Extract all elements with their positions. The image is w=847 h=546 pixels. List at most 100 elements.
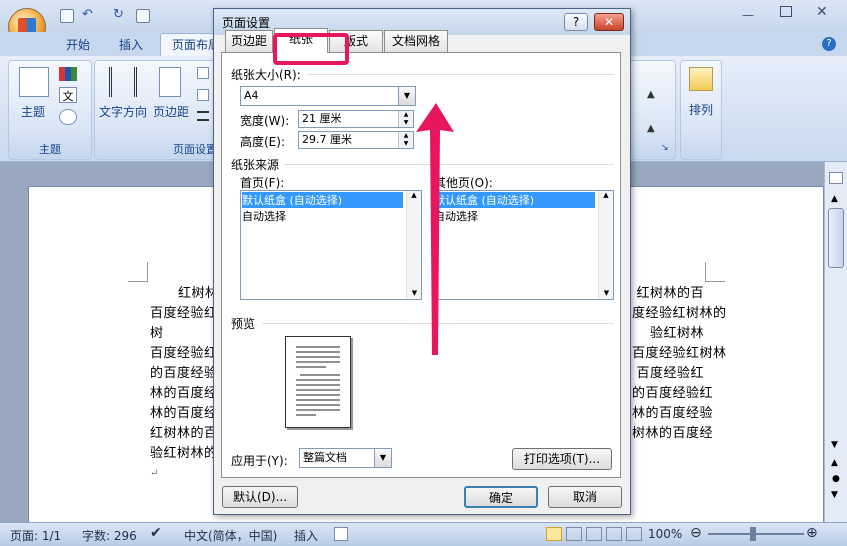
- undo-icon[interactable]: ↶: [82, 8, 96, 23]
- text-direction-label[interactable]: 文字方向: [99, 103, 147, 120]
- apply-to-value: 整篇文档: [303, 451, 347, 464]
- scroll-thumb[interactable]: [828, 208, 844, 268]
- insert-mode[interactable]: 插入: [294, 527, 318, 544]
- scroll-down-icon[interactable]: ▼: [831, 440, 838, 450]
- zoom-slider[interactable]: [708, 533, 804, 535]
- ruler-toggle-icon[interactable]: [829, 172, 843, 184]
- tab-insert[interactable]: 插入: [119, 36, 143, 56]
- chevron-down-icon[interactable]: ▼: [374, 449, 391, 467]
- themes-button-label[interactable]: 主题: [21, 103, 45, 120]
- arrange-group: 排列: [680, 60, 722, 160]
- themes-icon[interactable]: [19, 67, 49, 97]
- divider: [262, 323, 614, 324]
- macro-record-icon[interactable]: [334, 527, 348, 541]
- list-item[interactable]: 自动选择: [433, 208, 613, 224]
- spin-up-icon[interactable]: ▲: [399, 132, 413, 140]
- proofing-icon[interactable]: ✔: [150, 525, 162, 541]
- vertical-scrollbar[interactable]: ▲ ▼ ▲ ● ▼: [824, 162, 847, 523]
- first-page-list[interactable]: 默认纸盒 (自动选择) 自动选择 ▲ ▼: [240, 190, 422, 300]
- full-screen-view-icon[interactable]: [566, 527, 582, 541]
- preview-lines: [296, 346, 340, 416]
- spin-down-icon[interactable]: ▼: [399, 119, 413, 127]
- spin-up-icon[interactable]: ▲: [647, 89, 655, 100]
- doc-line: 红树林: [178, 286, 219, 301]
- margins-icon[interactable]: [159, 67, 181, 97]
- scroll-up-icon[interactable]: ▲: [831, 194, 838, 204]
- apply-to-select[interactable]: 整篇文档 ▼: [299, 448, 392, 468]
- divider: [284, 164, 614, 165]
- doc-text-left: 红树林 百度经验红树 百度经验红 的百度经验 林的百度经 林的百度经 红树林的百…: [150, 284, 220, 484]
- language[interactable]: 中文(简体，中国): [184, 527, 277, 544]
- paper-size-select[interactable]: A4 ▼: [240, 86, 416, 106]
- zoom-out-icon[interactable]: ⊖: [690, 525, 702, 541]
- scroll-up-icon[interactable]: ▲: [599, 191, 613, 199]
- print-layout-view-icon[interactable]: [546, 527, 562, 541]
- size-icon[interactable]: [197, 89, 209, 101]
- next-page-icon[interactable]: ▼: [831, 490, 838, 500]
- theme-fonts-icon[interactable]: 文: [59, 87, 77, 103]
- zoom-in-icon[interactable]: ⊕: [806, 525, 818, 541]
- preview-label: 预览: [231, 317, 256, 331]
- help-icon[interactable]: ?: [822, 37, 836, 51]
- watermark-logo: Baidu经验: [648, 475, 773, 505]
- dialog-launcher-icon[interactable]: ↘: [661, 143, 669, 153]
- browse-object-icon[interactable]: ●: [832, 474, 840, 484]
- dialog-help-button[interactable]: ?: [564, 13, 588, 31]
- spin-up-icon[interactable]: ▲: [399, 111, 413, 119]
- doc-line: 的百度经验: [150, 366, 218, 381]
- tab-document-grid[interactable]: 文档网格: [384, 30, 448, 52]
- list-scrollbar[interactable]: ▲ ▼: [406, 191, 421, 299]
- list-item[interactable]: 默认纸盒 (自动选择): [434, 192, 595, 208]
- other-pages-label: 其他页(O):: [434, 176, 493, 190]
- zoom-slider-thumb[interactable]: [750, 527, 756, 541]
- word-count[interactable]: 字数: 296: [82, 527, 137, 544]
- margins-label[interactable]: 页边距: [153, 103, 189, 120]
- prev-page-icon[interactable]: ▲: [831, 458, 838, 468]
- arrange-label[interactable]: 排列: [689, 101, 713, 118]
- tab-margins[interactable]: 页边距: [225, 30, 273, 52]
- arrange-icon[interactable]: [689, 67, 713, 91]
- default-button[interactable]: 默认(D)...: [222, 486, 298, 508]
- scroll-down-icon[interactable]: ▼: [407, 289, 422, 297]
- draft-view-icon[interactable]: [626, 527, 642, 541]
- chevron-down-icon[interactable]: ▼: [398, 87, 415, 105]
- width-label: 宽度(W):: [240, 114, 290, 128]
- scroll-up-icon[interactable]: ▲: [407, 191, 421, 199]
- width-field[interactable]: 21 厘米 ▲ ▼: [298, 110, 414, 128]
- watermark-url: jingyan.baidu.com: [654, 508, 765, 522]
- doc-line: 红树林的百: [636, 286, 704, 301]
- height-field[interactable]: 29.7 厘米 ▲ ▼: [298, 131, 414, 149]
- list-scrollbar[interactable]: ▲ ▼: [598, 191, 613, 299]
- width-spinner[interactable]: ▲ ▼: [398, 111, 413, 127]
- theme-colors-icon[interactable]: [59, 67, 77, 81]
- redo-icon[interactable]: ↻: [113, 8, 127, 23]
- page-count[interactable]: 页面: 1/1: [10, 527, 61, 544]
- orientation-icon[interactable]: [197, 67, 209, 79]
- zoom-level[interactable]: 100%: [648, 527, 682, 541]
- theme-group: 主题 文 主题: [8, 60, 92, 160]
- list-item[interactable]: 自动选择: [241, 208, 421, 224]
- other-pages-list[interactable]: 默认纸盒 (自动选择) 自动选择 ▲ ▼: [432, 190, 614, 300]
- tab-home[interactable]: 开始: [66, 36, 90, 56]
- list-item[interactable]: 默认纸盒 (自动选择): [242, 192, 403, 208]
- web-view-icon[interactable]: [586, 527, 602, 541]
- cancel-button[interactable]: 取消: [548, 486, 622, 508]
- print-preview-icon[interactable]: [136, 9, 150, 23]
- spin-up-icon-2[interactable]: ▲: [647, 123, 655, 134]
- print-options-button[interactable]: 打印选项(T)...: [512, 448, 612, 470]
- columns-icon[interactable]: [197, 111, 209, 121]
- doc-line: 红树林的百: [150, 426, 218, 441]
- height-spinner[interactable]: ▲ ▼: [398, 132, 413, 148]
- paper-size-value: A4: [244, 89, 259, 102]
- text-direction-icon[interactable]: [109, 67, 137, 97]
- maximize-icon[interactable]: [780, 6, 792, 17]
- save-icon[interactable]: [60, 9, 74, 23]
- spin-down-icon[interactable]: ▼: [399, 140, 413, 148]
- window-close-icon[interactable]: ✕: [816, 4, 828, 20]
- dialog-close-button[interactable]: ✕: [594, 13, 624, 31]
- theme-effects-icon[interactable]: [59, 109, 77, 125]
- minimize-icon[interactable]: —: [742, 8, 754, 22]
- scroll-down-icon[interactable]: ▼: [599, 289, 614, 297]
- ok-button[interactable]: 确定: [464, 486, 538, 508]
- outline-view-icon[interactable]: [606, 527, 622, 541]
